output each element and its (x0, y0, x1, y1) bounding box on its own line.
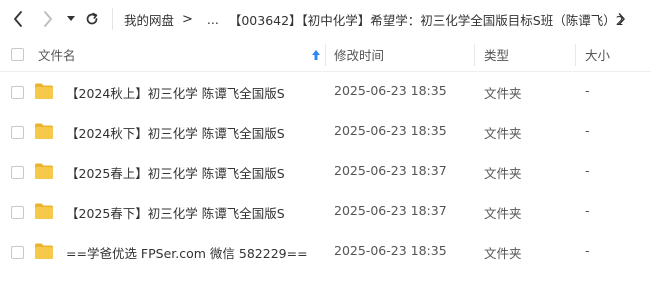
file-name[interactable]: 【2024秋下】初三化学 陈谭飞全国版S (66, 123, 285, 142)
file-size: - (585, 163, 590, 178)
file-row[interactable]: ==学爸优选 FPSer.com 微信 582229== 2025-06-23 … (0, 232, 651, 272)
forward-button[interactable] (40, 10, 56, 28)
file-modified: 2025-06-23 18:35 (334, 83, 447, 98)
file-name[interactable]: 【2024秋上】初三化学 陈谭飞全国版S (66, 83, 285, 102)
file-name[interactable]: 【2025春上】初三化学 陈谭飞全国版S (66, 163, 285, 182)
sort-ascending-icon[interactable] (311, 49, 321, 61)
select-all-checkbox[interactable] (11, 48, 24, 61)
breadcrumb-root[interactable]: 我的网盘 (124, 10, 174, 29)
breadcrumb-separator: > (182, 11, 193, 27)
file-row[interactable]: 【2025春下】初三化学 陈谭飞全国版S 2025-06-23 18:37 文件… (0, 192, 651, 232)
column-header-size[interactable]: 大小 (585, 38, 610, 71)
file-modified: 2025-06-23 18:37 (334, 163, 447, 178)
row-checkbox[interactable] (11, 166, 24, 179)
breadcrumb: 我的网盘 > ... 【003642】【初中化学】希望学：初三化学全国版目标S班… (124, 0, 624, 38)
folder-icon (35, 203, 53, 219)
file-size: - (585, 203, 590, 218)
file-modified: 2025-06-23 18:37 (334, 203, 447, 218)
caret-down-icon (67, 16, 75, 21)
file-type: 文件夹 (484, 206, 522, 221)
file-name[interactable]: 【2025春下】初三化学 陈谭飞全国版S (66, 203, 285, 222)
chevron-right-icon (44, 11, 52, 27)
folder-icon (35, 163, 53, 179)
breadcrumb-more-button[interactable] (616, 10, 628, 28)
chevron-right-icon (618, 13, 625, 25)
file-list-header: 文件名 修改时间 类型 大小 (0, 38, 651, 72)
history-dropdown-button[interactable] (66, 10, 76, 28)
file-row[interactable]: 【2024秋下】初三化学 陈谭飞全国版S 2025-06-23 18:35 文件… (0, 112, 651, 152)
file-type: 文件夹 (484, 166, 522, 181)
breadcrumb-ellipsis[interactable]: ... (207, 12, 219, 27)
file-row[interactable]: 【2025春上】初三化学 陈谭飞全国版S 2025-06-23 18:37 文件… (0, 152, 651, 192)
column-divider[interactable] (575, 44, 576, 66)
file-row[interactable]: 【2024秋上】初三化学 陈谭飞全国版S 2025-06-23 18:35 文件… (0, 72, 651, 112)
row-checkbox[interactable] (11, 246, 24, 259)
file-type: 文件夹 (484, 86, 522, 101)
file-modified: 2025-06-23 18:35 (334, 243, 447, 258)
file-size: - (585, 83, 590, 98)
toolbar-divider (112, 8, 113, 30)
folder-icon (35, 83, 53, 99)
breadcrumb-current[interactable]: 【003642】【初中化学】希望学：初三化学全国版目标S班（陈谭飞）24... (229, 10, 624, 29)
column-header-name[interactable]: 文件名 (38, 38, 76, 71)
toolbar: 我的网盘 > ... 【003642】【初中化学】希望学：初三化学全国版目标S班… (0, 0, 651, 38)
file-size: - (585, 123, 590, 138)
folder-icon (35, 243, 53, 259)
chevron-left-icon (14, 11, 22, 27)
file-type: 文件夹 (484, 246, 522, 261)
file-size: - (585, 243, 590, 258)
column-header-modified[interactable]: 修改时间 (334, 38, 384, 71)
refresh-button[interactable] (84, 10, 100, 28)
file-modified: 2025-06-23 18:35 (334, 123, 447, 138)
file-name[interactable]: ==学爸优选 FPSer.com 微信 582229== (66, 243, 308, 262)
column-header-type[interactable]: 类型 (484, 38, 509, 71)
row-checkbox[interactable] (11, 86, 24, 99)
file-type: 文件夹 (484, 126, 522, 141)
row-checkbox[interactable] (11, 206, 24, 219)
back-button[interactable] (10, 10, 26, 28)
refresh-icon (86, 12, 98, 25)
column-divider[interactable] (474, 44, 475, 66)
row-checkbox[interactable] (11, 126, 24, 139)
folder-icon (35, 123, 53, 139)
column-divider[interactable] (325, 44, 326, 66)
